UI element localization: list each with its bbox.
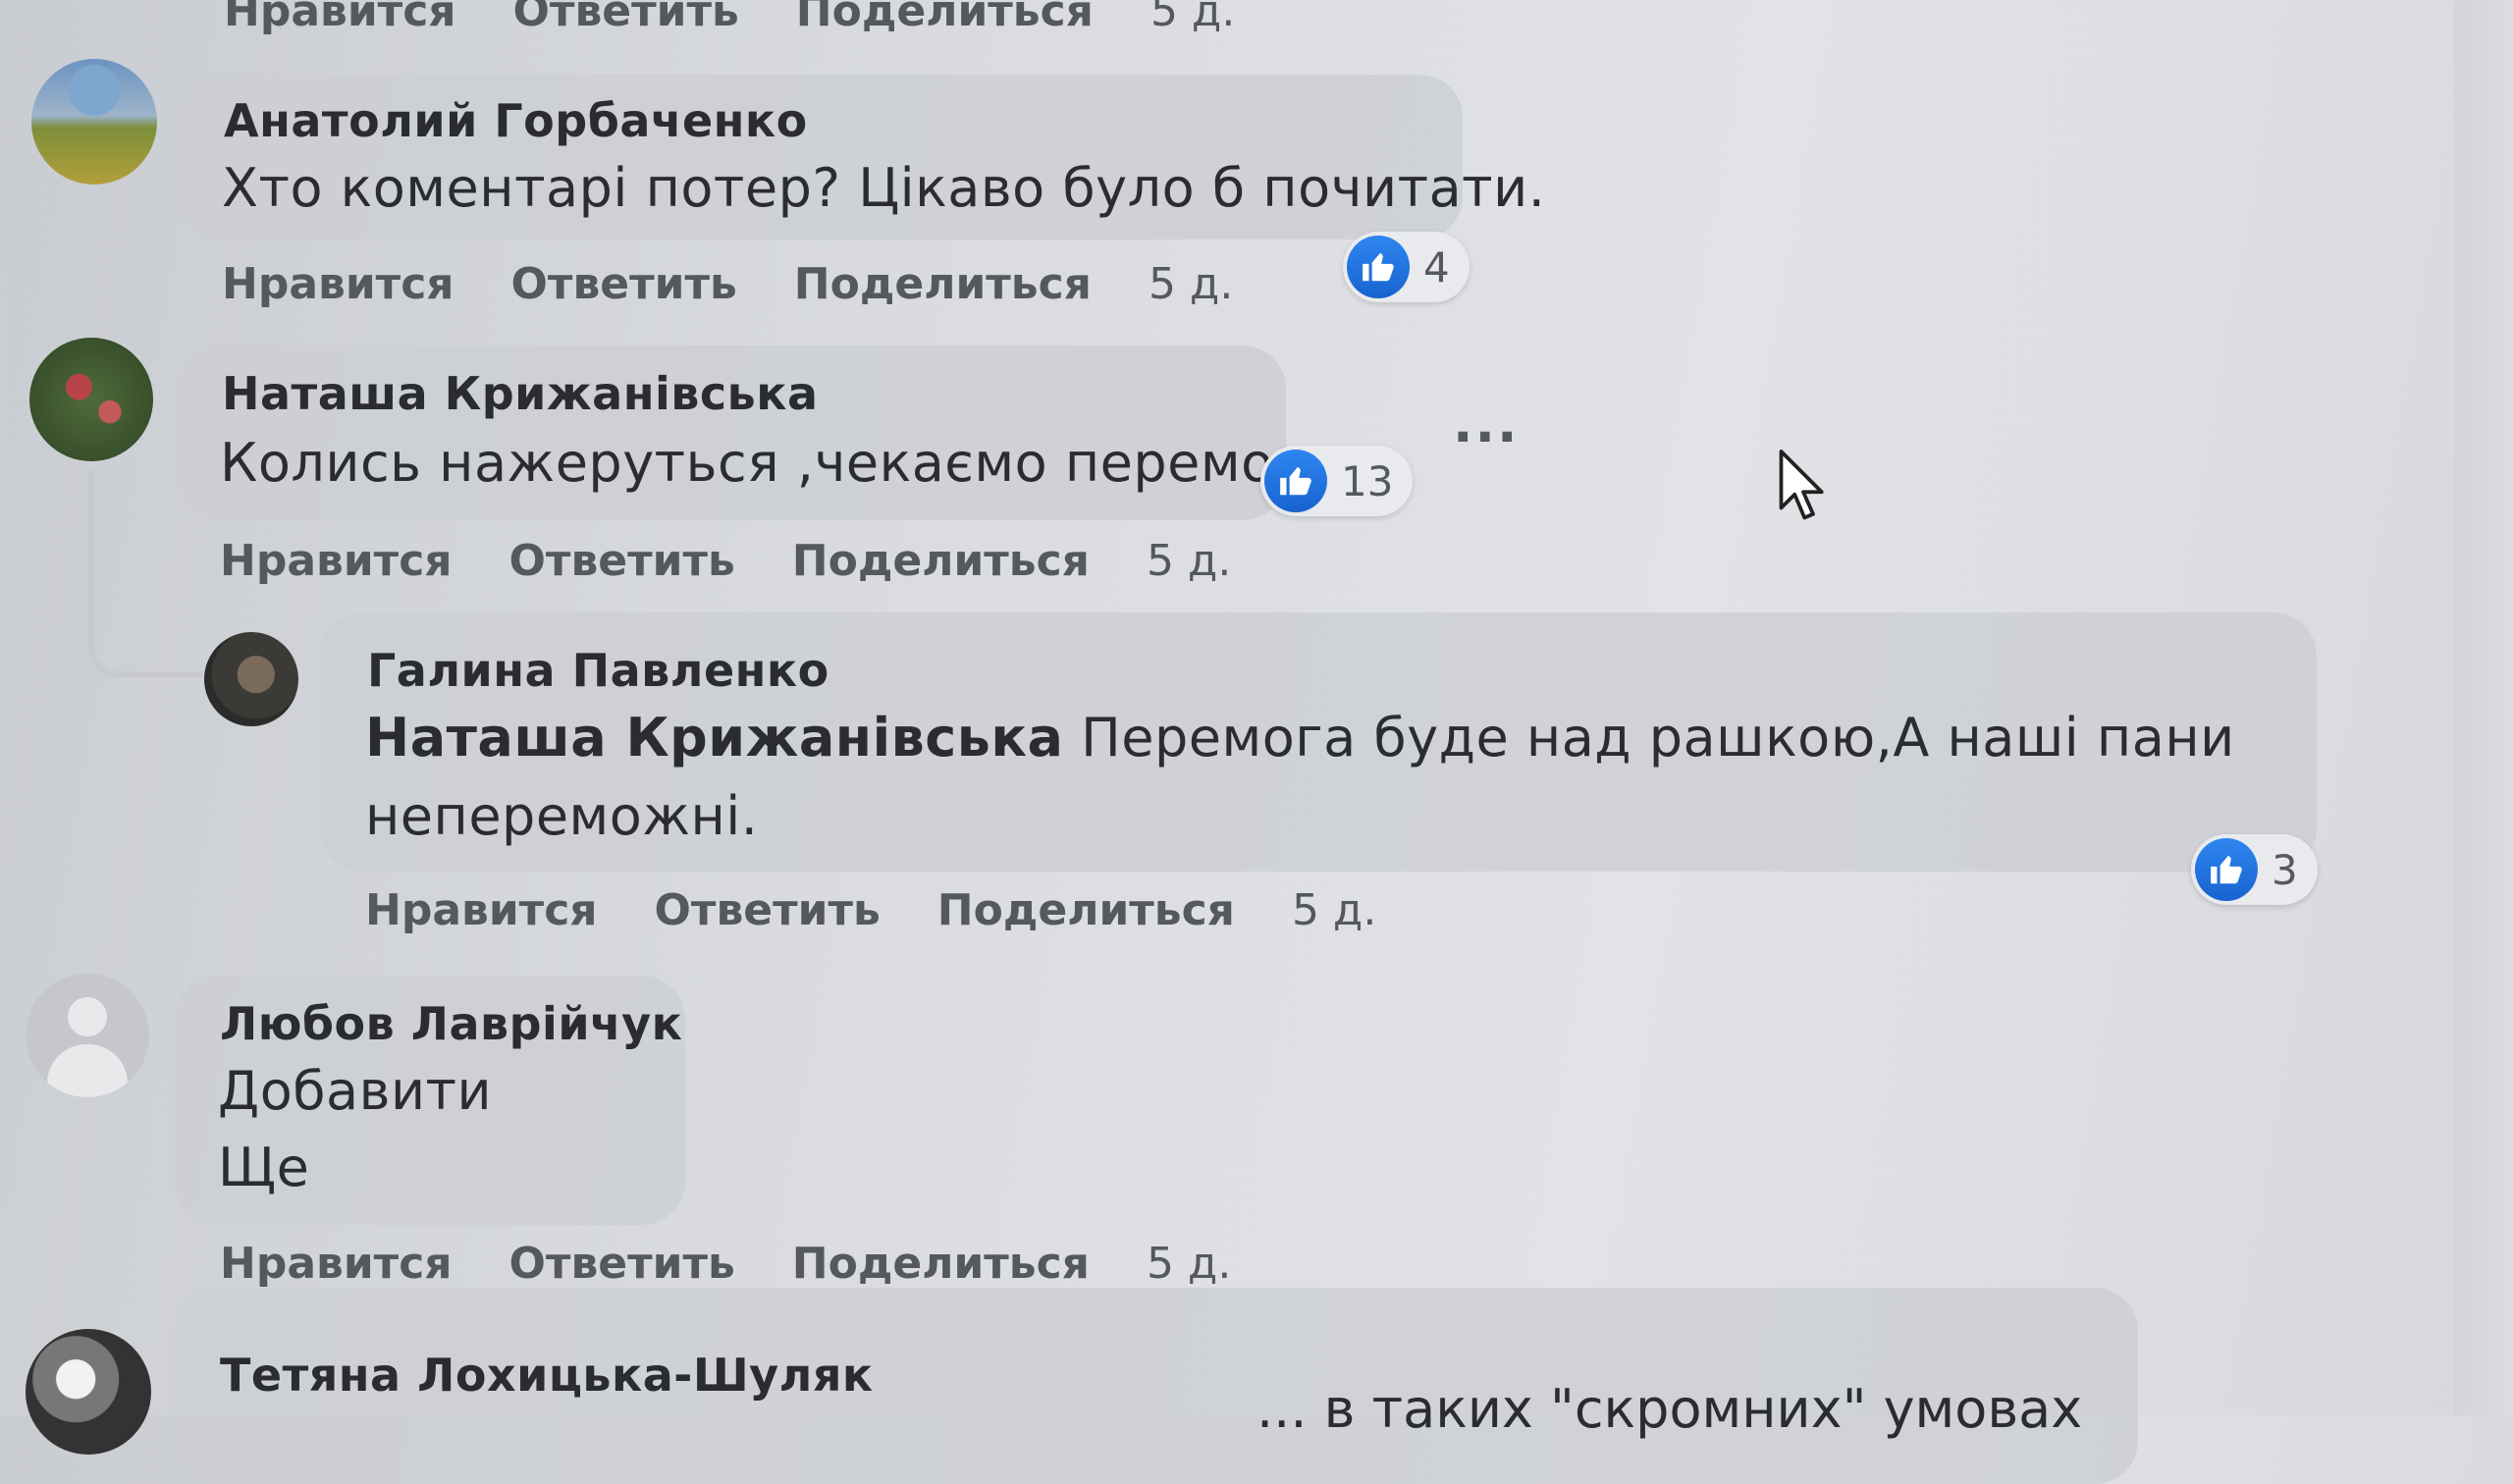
reaction-badge[interactable]: 3 — [2191, 834, 2318, 905]
timestamp[interactable]: 5 д. — [1149, 259, 1233, 309]
reaction-badge[interactable]: 4 — [1343, 232, 1470, 302]
comment-actions-top: Нравится Ответить Поделиться 5 д. — [224, 0, 1235, 36]
share-button[interactable]: Поделиться — [796, 0, 1094, 36]
share-button[interactable]: Поделиться — [792, 1239, 1090, 1289]
comment-actions: Нравится Ответить Поделиться 5 д. — [222, 259, 1233, 309]
like-button[interactable]: Нравится — [365, 885, 598, 935]
comment-text: Колись нажеруться ,чекаємо перемоги — [220, 432, 1338, 494]
share-button[interactable]: Поделиться — [937, 885, 1235, 935]
thumbs-up-icon — [1264, 450, 1327, 512]
share-button[interactable]: Поделиться — [792, 536, 1090, 586]
comment-author[interactable]: Анатолий Горбаченко — [224, 94, 808, 147]
timestamp[interactable]: 5 д. — [1147, 536, 1231, 586]
reply-button[interactable]: Ответить — [509, 536, 735, 586]
timestamp[interactable]: 5 д. — [1292, 885, 1376, 935]
reaction-count: 4 — [1423, 242, 1450, 292]
reply-button[interactable]: Ответить — [513, 0, 739, 36]
mouse-cursor-icon — [1779, 450, 1824, 520]
comment-text-line1: Наташа Крижанівська Перемога буде над ра… — [365, 707, 2235, 768]
comment-text: Перемога буде над рашкою,А наші пани — [1081, 707, 2235, 768]
comment-text: Хто коментарі потер? Цікаво було б почит… — [222, 157, 1546, 219]
reply-button[interactable]: Ответить — [509, 1239, 735, 1289]
reply-button[interactable]: Ответить — [511, 259, 737, 309]
more-options-icon[interactable]: ... — [1453, 393, 1520, 454]
reply-button[interactable]: Ответить — [655, 885, 881, 935]
comment-author[interactable]: Тетяна Лохицька-Шуляк — [220, 1349, 874, 1402]
like-button[interactable]: Нравится — [220, 1239, 453, 1289]
avatar-galina[interactable] — [204, 632, 298, 726]
reaction-count: 3 — [2272, 845, 2298, 894]
mention-link[interactable]: Наташа Крижанівська — [365, 707, 1064, 768]
avatar-tetyana[interactable] — [26, 1329, 151, 1455]
timestamp[interactable]: 5 д. — [1147, 1239, 1231, 1289]
comment-actions: Нравится Ответить Поделиться 5 д. — [220, 1239, 1231, 1289]
comment-text-line2: Ще — [218, 1137, 310, 1198]
comment-author[interactable]: Наташа Крижанівська — [222, 367, 819, 420]
avatar-anatoly[interactable] — [31, 59, 157, 185]
comment-actions: Нравится Ответить Поделиться 5 д. — [220, 536, 1231, 586]
comment-text-line2: непереможні. — [365, 785, 759, 847]
thumbs-up-icon — [2195, 838, 2258, 901]
comment-author[interactable]: Любов Лаврійчук — [220, 997, 682, 1050]
timestamp[interactable]: 5 д. — [1150, 0, 1235, 36]
like-button[interactable]: Нравится — [224, 0, 456, 36]
like-button[interactable]: Нравится — [222, 259, 454, 309]
avatar-natasha[interactable] — [29, 338, 153, 461]
share-button[interactable]: Поделиться — [794, 259, 1092, 309]
comment-text-partial: ... в таких "скромних" умовах — [1256, 1378, 2083, 1440]
comment-actions: Нравится Ответить Поделиться 5 д. — [365, 885, 1376, 935]
default-avatar-body — [47, 1044, 128, 1097]
avatar-lyubov[interactable] — [26, 974, 149, 1097]
scrollbar[interactable] — [2454, 0, 2513, 1415]
thumbs-up-icon — [1347, 236, 1410, 298]
comment-author[interactable]: Галина Павленко — [367, 644, 829, 697]
reaction-badge[interactable]: 13 — [1260, 446, 1414, 516]
comment-text-line1: Добавити — [218, 1060, 493, 1122]
reaction-count: 13 — [1341, 456, 1394, 505]
like-button[interactable]: Нравится — [220, 536, 453, 586]
default-avatar-head — [68, 997, 107, 1036]
